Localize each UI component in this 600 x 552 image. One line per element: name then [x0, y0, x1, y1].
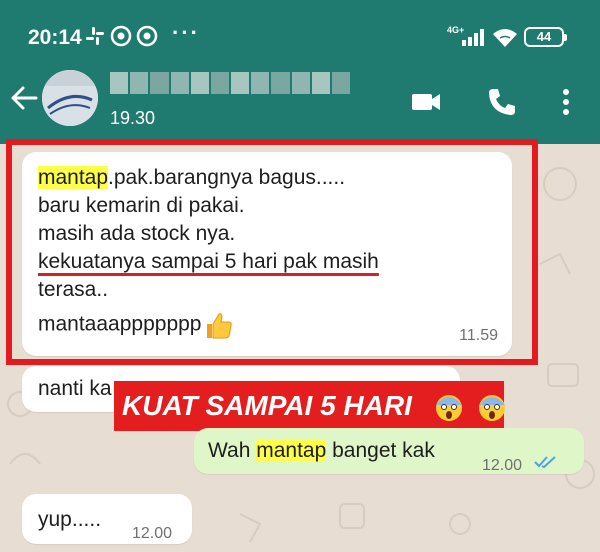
avatar[interactable]: [42, 70, 98, 126]
read-receipt-icon: [534, 456, 556, 469]
message-time: 12.00: [132, 525, 173, 542]
message-text: nanti ka: [38, 377, 112, 400]
shocked-face-emoji-icon: [479, 394, 506, 421]
status-time: 20:14: [28, 26, 82, 49]
message-text-span: Wah: [208, 439, 257, 462]
status-bar: 20:14 ··· 4G+ 44: [0, 0, 600, 66]
highlighted-word: mantap: [256, 439, 327, 462]
phone-icon[interactable]: [486, 86, 518, 118]
battery-indicator: 44: [524, 27, 567, 47]
last-seen: 19.30: [110, 108, 156, 128]
message-bubble-outgoing[interactable]: Wah mantap banget kak 12.00: [194, 428, 584, 474]
message-text: Wah mantap banget kak: [208, 437, 435, 465]
chat-header: 19.30: [0, 66, 600, 144]
slack-icon: [86, 27, 104, 45]
message-time: 12.00: [482, 457, 523, 474]
signal-icon: [462, 29, 484, 46]
more-menu-icon[interactable]: [550, 86, 582, 118]
shocked-face-emoji-icon: [435, 394, 462, 421]
contact-name-blurred[interactable]: [110, 72, 351, 94]
more-notifications-icon: ···: [172, 20, 200, 45]
annotation-frame: [6, 139, 538, 365]
message-text: yup.....: [38, 508, 102, 531]
chat-screen: 20:14 ··· 4G+ 44 19.30 mantap.pak.barang…: [0, 0, 600, 552]
overlay-banner: KUAT SAMPAI 5 HARI: [114, 381, 506, 431]
back-arrow-icon[interactable]: [10, 84, 38, 112]
banner-text: KUAT SAMPAI 5 HARI: [122, 390, 412, 421]
chrome-icon: [136, 25, 158, 47]
wifi-icon: [493, 29, 517, 47]
message-bubble-incoming[interactable]: yup..... 12.00: [22, 494, 192, 544]
message-text-span: banget kak: [326, 439, 435, 462]
chrome-icon: [110, 25, 132, 47]
video-call-icon[interactable]: [410, 86, 442, 118]
